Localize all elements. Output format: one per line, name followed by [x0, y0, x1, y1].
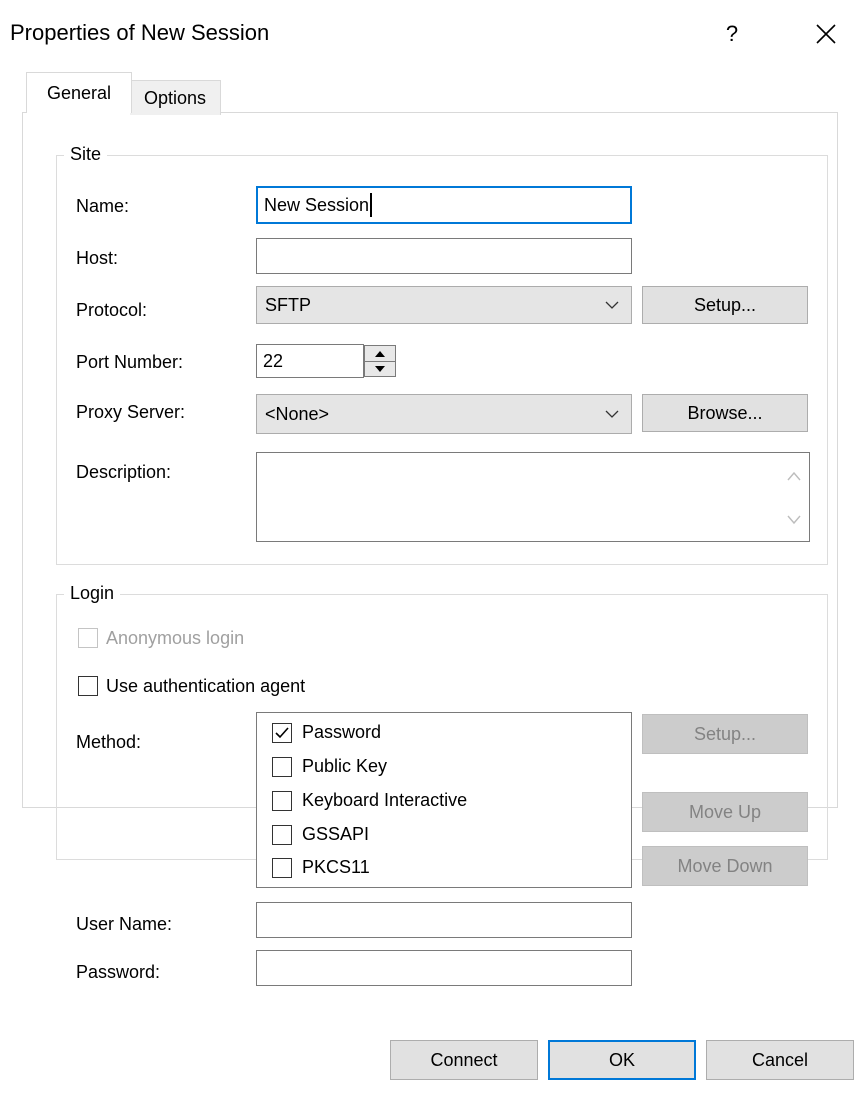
proxy-server-label: Proxy Server: — [76, 402, 186, 422]
port-number-label: Port Number: — [76, 352, 184, 372]
cancel-button[interactable]: Cancel — [706, 1040, 854, 1080]
method-item-gssapi: GSSAPI — [302, 824, 370, 844]
method-item-pkcs11: PKCS11 — [302, 857, 370, 877]
port-number-stepper[interactable] — [364, 345, 396, 377]
method-checkbox-password[interactable] — [272, 723, 292, 743]
description-label: Description: — [76, 462, 172, 482]
method-item-public-key: Public Key — [302, 756, 388, 776]
protocol-setup-button[interactable]: Setup... — [642, 286, 808, 324]
scroll-down-icon[interactable] — [787, 515, 801, 525]
close-icon — [816, 24, 836, 44]
stepper-up-button[interactable] — [365, 346, 395, 362]
arrow-down-icon — [375, 365, 385, 372]
port-number-input[interactable]: 22 — [256, 344, 364, 378]
host-label: Host: — [76, 248, 119, 268]
anonymous-login-checkbox[interactable] — [78, 628, 98, 648]
method-label: Method: — [76, 732, 142, 752]
method-item-keyboard-interactive: Keyboard Interactive — [302, 790, 468, 810]
method-setup-button[interactable]: Setup... — [642, 714, 808, 754]
method-checkbox-pkcs11[interactable] — [272, 858, 292, 878]
tab-general-label: General — [46, 82, 112, 103]
password-input[interactable] — [256, 950, 632, 986]
name-input[interactable]: New Session — [256, 186, 632, 224]
method-checkbox-public-key[interactable] — [272, 757, 292, 777]
method-checkbox-gssapi[interactable] — [272, 825, 292, 845]
chevron-down-icon — [605, 410, 619, 418]
method-checkbox-keyboard-interactive[interactable] — [272, 791, 292, 811]
protocol-label: Protocol: — [76, 300, 148, 320]
ok-button[interactable]: OK — [548, 1040, 696, 1080]
proxy-server-select[interactable]: <None> — [256, 394, 632, 434]
name-label: Name: — [76, 196, 130, 216]
tab-options[interactable]: Options — [130, 80, 221, 115]
user-name-input[interactable] — [256, 902, 632, 938]
description-textarea[interactable] — [256, 452, 810, 542]
help-icon: ? — [725, 21, 739, 46]
password-label: Password: — [76, 962, 161, 982]
checkmark-icon — [275, 727, 289, 739]
method-item-password: Password — [302, 722, 382, 742]
protocol-select[interactable]: SFTP — [256, 286, 632, 324]
stepper-down-button[interactable] — [365, 361, 395, 376]
host-input[interactable] — [256, 238, 632, 274]
connect-button[interactable]: Connect — [390, 1040, 538, 1080]
close-button[interactable] — [798, 12, 854, 56]
proxy-server-value: <None> — [265, 403, 330, 424]
auth-agent-label: Use authentication agent — [106, 676, 306, 696]
text-caret — [370, 193, 373, 217]
port-number-value: 22 — [263, 350, 284, 371]
name-input-value: New Session — [264, 194, 370, 215]
window-title: Properties of New Session — [10, 20, 270, 45]
description-scrollbar[interactable] — [779, 453, 809, 541]
anonymous-login-label: Anonymous login — [106, 628, 245, 648]
site-group-legend: Site — [64, 144, 108, 165]
scroll-up-icon[interactable] — [787, 471, 801, 481]
arrow-up-icon — [375, 350, 385, 357]
proxy-browse-button[interactable]: Browse... — [642, 394, 808, 432]
login-group-legend: Login — [64, 583, 121, 604]
tab-options-label: Options — [143, 87, 207, 108]
move-down-button[interactable]: Move Down — [642, 846, 808, 886]
move-up-button[interactable]: Move Up — [642, 792, 808, 832]
auth-agent-checkbox[interactable] — [78, 676, 98, 696]
chevron-down-icon — [605, 301, 619, 309]
help-button[interactable]: ? — [704, 12, 760, 56]
protocol-select-value: SFTP — [265, 294, 312, 315]
user-name-label: User Name: — [76, 914, 173, 934]
tab-general[interactable]: General — [26, 72, 132, 113]
